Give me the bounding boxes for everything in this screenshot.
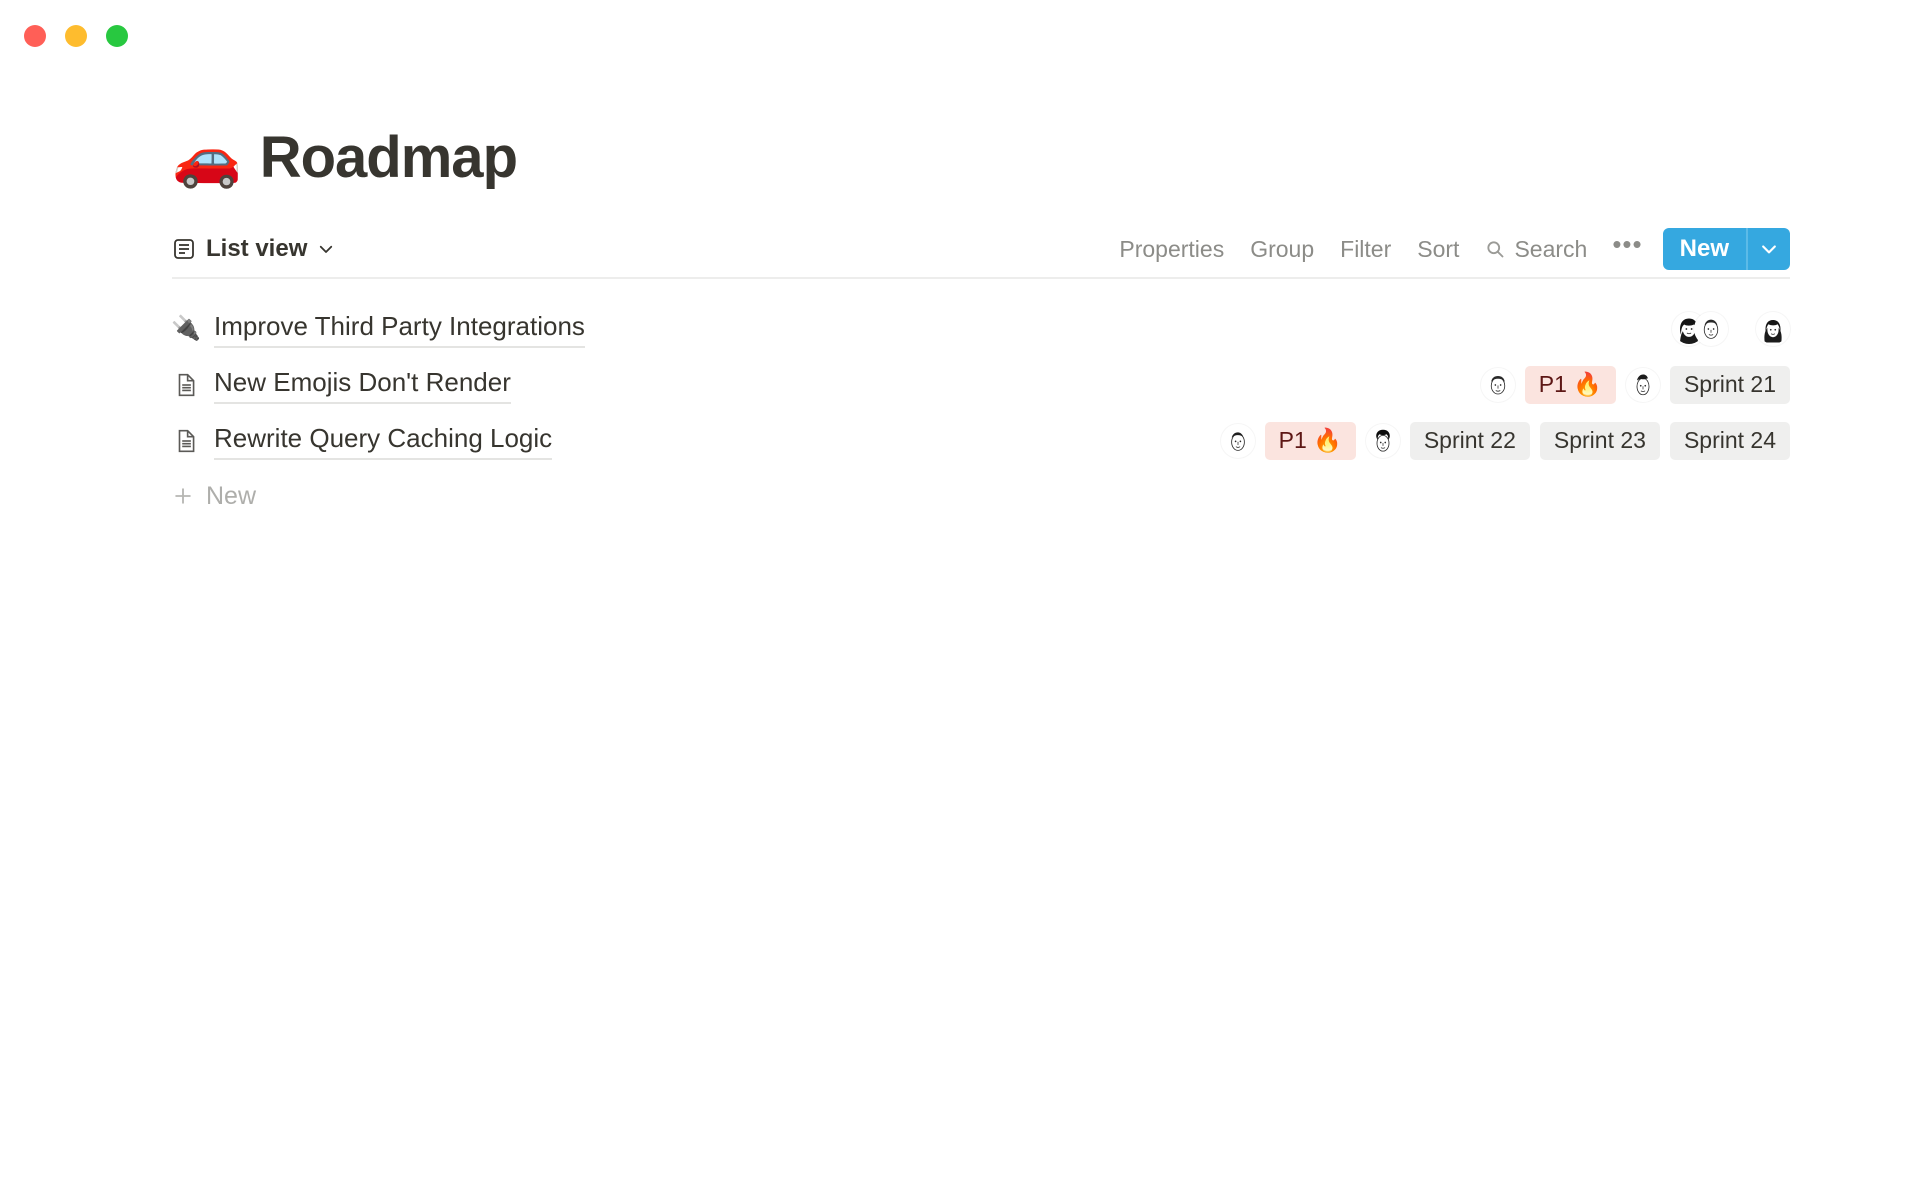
new-button-dropdown[interactable] bbox=[1746, 228, 1790, 270]
list-view-icon bbox=[172, 237, 196, 261]
traffic-lights bbox=[24, 25, 128, 47]
view-toolbar: List view Properties Group Filter Sort S bbox=[172, 228, 1790, 279]
list-item-title[interactable]: New Emojis Don't Render bbox=[214, 367, 511, 404]
list-view: 🔌 Improve Third Party Integrations New E… bbox=[171, 301, 1790, 523]
list-item-properties: P1 🔥 Sprint 21 bbox=[1480, 365, 1790, 405]
filter-button[interactable]: Filter bbox=[1327, 232, 1404, 267]
window-titlebar bbox=[0, 0, 1920, 72]
avatar-man-round-face[interactable] bbox=[1480, 368, 1515, 402]
list-item[interactable]: New Emojis Don't Render P1 🔥 Sprint 21 bbox=[172, 357, 1790, 413]
list-item-properties: P1 🔥 Sprint 22 Sprint 23 Sprint 24 bbox=[1220, 421, 1790, 461]
list-item-title[interactable]: Improve Third Party Integrations bbox=[214, 311, 585, 348]
avatar-man-quiff[interactable] bbox=[1625, 368, 1660, 402]
list-item-main: Rewrite Query Caching Logic bbox=[172, 423, 553, 460]
more-options-button[interactable]: ••• bbox=[1600, 231, 1656, 259]
group-button[interactable]: Group bbox=[1237, 232, 1327, 267]
minimize-button[interactable] bbox=[65, 25, 87, 47]
search-label: Search bbox=[1514, 235, 1588, 262]
page-emoji-icon[interactable]: 🚗 bbox=[172, 129, 242, 186]
avatar-man-side-part[interactable] bbox=[1220, 424, 1255, 458]
assignee-avatar-group[interactable] bbox=[1672, 312, 1728, 346]
search-button[interactable]: Search bbox=[1472, 232, 1600, 267]
close-button[interactable] bbox=[24, 25, 46, 47]
list-item[interactable]: 🔌 Improve Third Party Integrations bbox=[171, 301, 1790, 357]
avatar-man-curly-hair[interactable] bbox=[1365, 424, 1400, 458]
page-icon bbox=[172, 371, 200, 399]
sprint-tag[interactable]: Sprint 22 bbox=[1409, 421, 1530, 461]
page-header: 🚗 Roadmap bbox=[172, 124, 1790, 191]
view-selector[interactable]: List view bbox=[172, 235, 335, 263]
search-icon bbox=[1485, 239, 1505, 259]
new-button[interactable]: New bbox=[1662, 228, 1746, 270]
priority-tag[interactable]: P1 🔥 bbox=[1264, 421, 1356, 461]
list-item-title[interactable]: Rewrite Query Caching Logic bbox=[214, 423, 553, 460]
new-button-group: New bbox=[1662, 228, 1790, 270]
add-new-item-button[interactable]: New bbox=[172, 469, 1790, 523]
list-item-properties bbox=[1672, 312, 1790, 346]
chevron-down-icon bbox=[317, 240, 335, 258]
sprint-tag[interactable]: Sprint 24 bbox=[1669, 421, 1790, 461]
sort-button[interactable]: Sort bbox=[1404, 232, 1472, 267]
list-item-main: 🔌 Improve Third Party Integrations bbox=[171, 311, 585, 348]
view-name-label: List view bbox=[206, 235, 308, 262]
page-container: 🚗 Roadmap List view Properties Group Fil… bbox=[0, 124, 1920, 523]
sprint-tag[interactable]: Sprint 23 bbox=[1539, 421, 1660, 461]
plus-icon bbox=[172, 485, 194, 507]
plug-emoji-icon: 🔌 bbox=[171, 315, 201, 342]
sprint-tag[interactable]: Sprint 21 bbox=[1669, 365, 1790, 405]
page-icon bbox=[172, 427, 200, 455]
properties-button[interactable]: Properties bbox=[1106, 232, 1237, 267]
maximize-button[interactable] bbox=[106, 25, 128, 47]
priority-tag[interactable]: P1 🔥 bbox=[1524, 365, 1616, 405]
avatar-woman-long-hair[interactable] bbox=[1756, 312, 1790, 346]
toolbar-actions: Properties Group Filter Sort Search ••• … bbox=[1106, 228, 1790, 270]
avatar-man-short-hair[interactable] bbox=[1694, 312, 1728, 346]
page-title[interactable]: Roadmap bbox=[260, 124, 518, 191]
list-item-main: New Emojis Don't Render bbox=[172, 367, 511, 404]
add-new-item-label: New bbox=[206, 481, 257, 510]
list-item[interactable]: Rewrite Query Caching Logic P1 🔥 Sprint … bbox=[172, 413, 1790, 469]
